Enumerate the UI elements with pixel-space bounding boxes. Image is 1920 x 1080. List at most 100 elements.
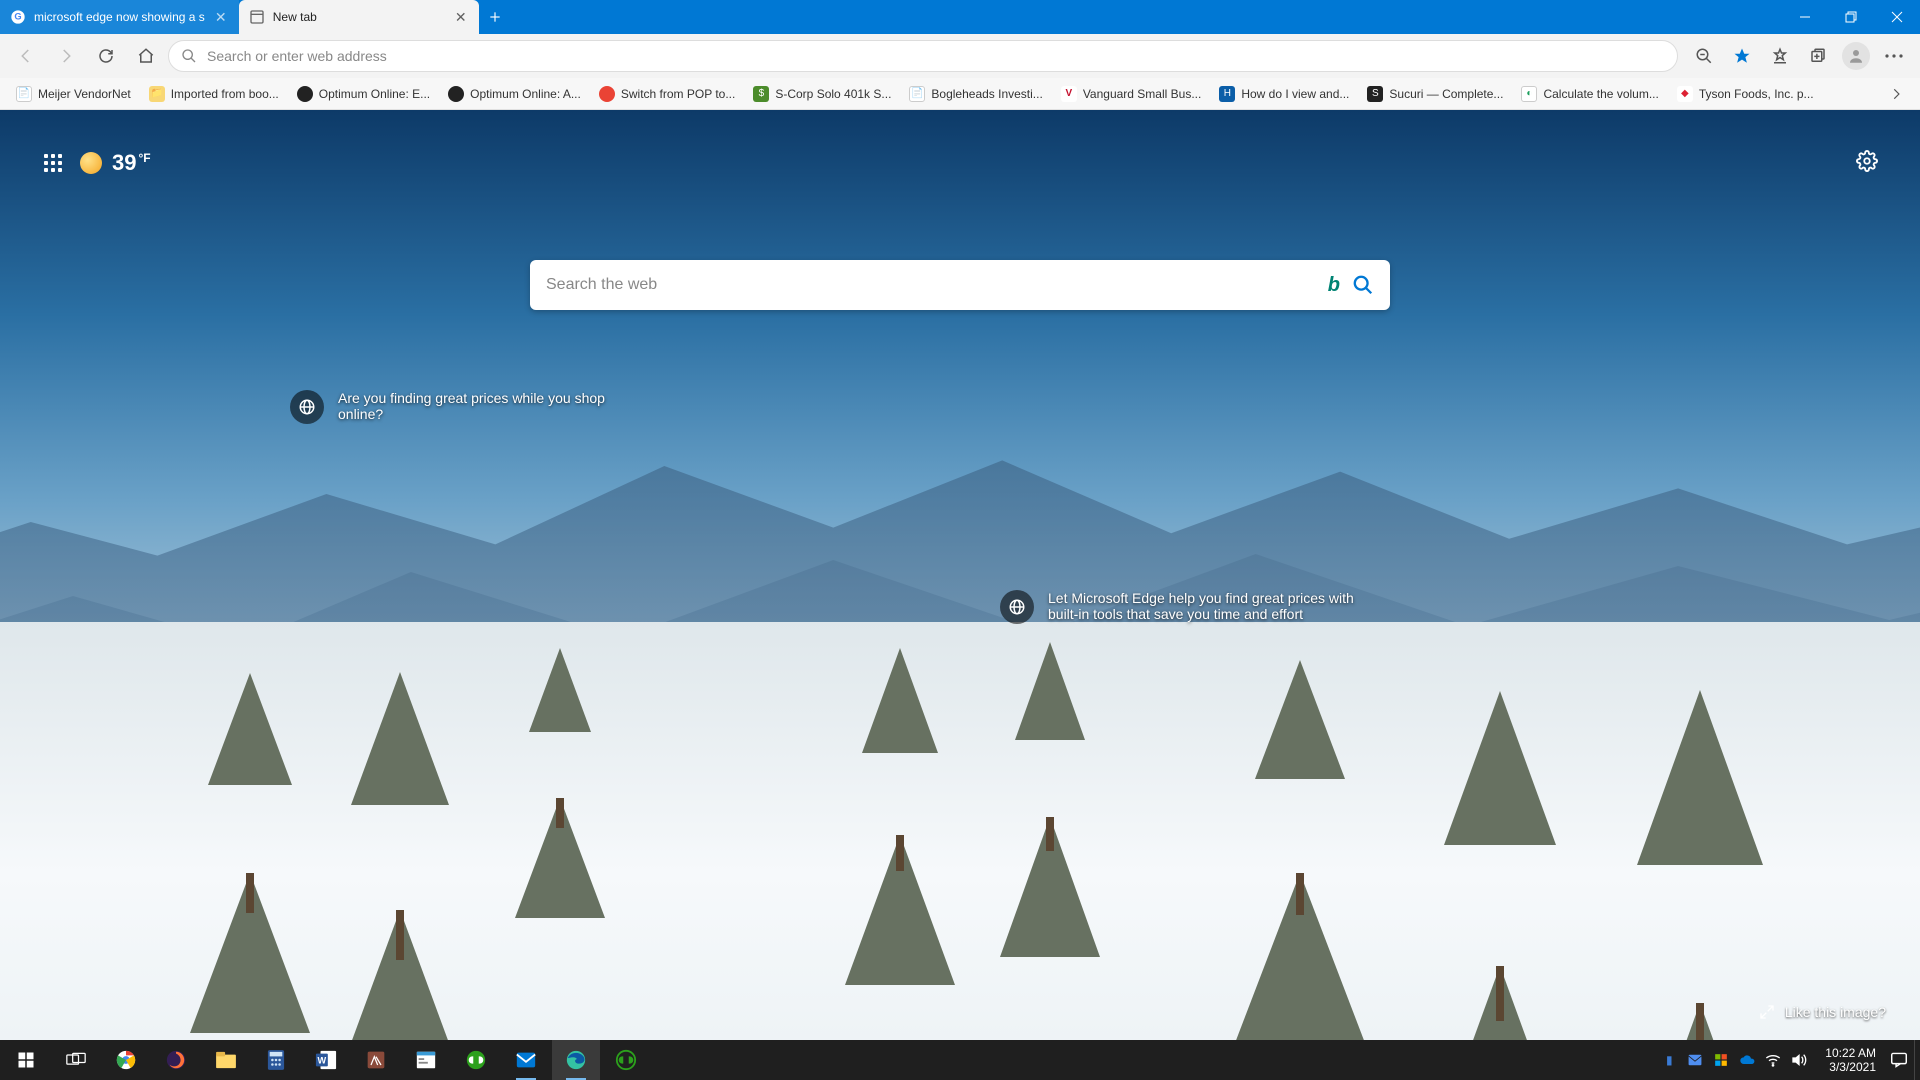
system-tray: ▮ bbox=[1651, 1052, 1817, 1068]
bookmark-item[interactable]: SSucuri — Complete... bbox=[1361, 83, 1509, 105]
tray-icon[interactable]: ▮ bbox=[1661, 1052, 1677, 1068]
bookmark-folder[interactable]: 📁Imported from boo... bbox=[143, 83, 285, 105]
site-icon bbox=[448, 86, 464, 102]
background-image bbox=[0, 110, 1920, 1040]
site-icon: ◆ bbox=[1677, 86, 1693, 102]
new-tab-button[interactable] bbox=[479, 0, 511, 34]
site-icon: S bbox=[1367, 86, 1383, 102]
forward-button[interactable] bbox=[48, 38, 84, 74]
tab-0[interactable]: G microsoft edge now showing a s ✕ bbox=[0, 0, 239, 34]
favorites-list-button[interactable] bbox=[1762, 38, 1798, 74]
task-view-button[interactable] bbox=[52, 1040, 100, 1080]
toolbar bbox=[0, 34, 1920, 78]
back-button[interactable] bbox=[8, 38, 44, 74]
site-icon: $ bbox=[753, 86, 769, 102]
show-desktop-button[interactable] bbox=[1914, 1040, 1920, 1080]
tray-icon-wifi[interactable] bbox=[1765, 1052, 1781, 1068]
favorite-button[interactable] bbox=[1724, 38, 1760, 74]
titlebar: G microsoft edge now showing a s ✕ New t… bbox=[0, 0, 1920, 34]
bookmark-item[interactable]: 📄Bogleheads Investi... bbox=[903, 83, 1048, 105]
ntp-search-box[interactable]: b bbox=[530, 260, 1390, 310]
tray-icon-volume[interactable] bbox=[1791, 1052, 1807, 1068]
taskbar-app-chrome[interactable] bbox=[102, 1040, 150, 1080]
clock-time: 10:22 AM bbox=[1825, 1046, 1876, 1060]
bookmark-item[interactable]: VVanguard Small Bus... bbox=[1055, 83, 1208, 105]
site-icon: H bbox=[1219, 86, 1235, 102]
taskbar-app-word[interactable]: W bbox=[302, 1040, 350, 1080]
app-launcher-button[interactable] bbox=[42, 152, 64, 174]
profile-button[interactable] bbox=[1838, 38, 1874, 74]
page-settings-button[interactable] bbox=[1856, 150, 1878, 172]
taskbar-app-generic-2[interactable] bbox=[402, 1040, 450, 1080]
search-icon bbox=[181, 48, 197, 64]
bookmark-item[interactable]: $S-Corp Solo 401k S... bbox=[747, 83, 897, 105]
address-input[interactable] bbox=[207, 48, 1665, 64]
bookmark-item[interactable]: Optimum Online: A... bbox=[442, 83, 587, 105]
tray-icon-security[interactable] bbox=[1713, 1052, 1729, 1068]
home-button[interactable] bbox=[128, 38, 164, 74]
globe-icon bbox=[1000, 590, 1034, 624]
expand-icon bbox=[1759, 1004, 1775, 1020]
folder-icon: 📁 bbox=[149, 86, 165, 102]
taskbar-app-firefox[interactable] bbox=[152, 1040, 200, 1080]
address-bar[interactable] bbox=[168, 40, 1678, 72]
bookmarks-overflow-button[interactable] bbox=[1882, 82, 1910, 106]
taskbar-app-quickbooks-1[interactable] bbox=[452, 1040, 500, 1080]
search-icon[interactable] bbox=[1352, 274, 1374, 296]
window-controls bbox=[1782, 0, 1920, 34]
close-icon[interactable]: ✕ bbox=[213, 9, 229, 25]
tray-icon-onedrive[interactable] bbox=[1739, 1052, 1755, 1068]
bookmark-item[interactable]: 📄Meijer VendorNet bbox=[10, 83, 137, 105]
taskbar-app-generic-1[interactable] bbox=[352, 1040, 400, 1080]
clock-date: 3/3/2021 bbox=[1825, 1060, 1876, 1074]
bookmarks-bar: 📄Meijer VendorNet 📁Imported from boo... … bbox=[0, 78, 1920, 110]
action-center-button[interactable] bbox=[1890, 1052, 1908, 1068]
new-tab-page: 39°F b Are you finding great prices whil… bbox=[0, 110, 1920, 1040]
zoom-indicator-button[interactable] bbox=[1686, 38, 1722, 74]
close-window-button[interactable] bbox=[1874, 0, 1920, 34]
bookmark-item[interactable]: Switch from POP to... bbox=[593, 83, 741, 105]
collections-button[interactable] bbox=[1800, 38, 1836, 74]
promo-bubble-tools[interactable]: Let Microsoft Edge help you find great p… bbox=[1000, 590, 1360, 624]
settings-and-more-button[interactable] bbox=[1876, 38, 1912, 74]
promo-text: Are you finding great prices while you s… bbox=[338, 390, 650, 422]
page-icon: 📄 bbox=[909, 86, 925, 102]
taskbar-app-calculator[interactable] bbox=[252, 1040, 300, 1080]
taskbar-app-file-explorer[interactable] bbox=[202, 1040, 250, 1080]
temperature: 39°F bbox=[112, 150, 151, 176]
promo-bubble-shopping[interactable]: Are you finding great prices while you s… bbox=[290, 390, 650, 424]
tab-title: microsoft edge now showing a s bbox=[34, 10, 205, 24]
close-icon[interactable]: ✕ bbox=[453, 9, 469, 25]
weather-widget[interactable]: 39°F bbox=[80, 150, 151, 176]
bookmark-item[interactable]: Optimum Online: E... bbox=[291, 83, 436, 105]
edge-newtab-favicon bbox=[249, 9, 265, 25]
like-image-label: Like this image? bbox=[1785, 1004, 1886, 1020]
start-button[interactable] bbox=[2, 1040, 50, 1080]
maximize-button[interactable] bbox=[1828, 0, 1874, 34]
site-icon bbox=[297, 86, 313, 102]
taskbar-app-edge[interactable] bbox=[552, 1040, 600, 1080]
page-icon: 📄 bbox=[16, 86, 32, 102]
bookmark-item[interactable]: HHow do I view and... bbox=[1213, 83, 1355, 105]
bing-icon: b bbox=[1328, 274, 1340, 297]
taskbar-clock[interactable]: 10:22 AM 3/3/2021 bbox=[1817, 1046, 1884, 1075]
refresh-button[interactable] bbox=[88, 38, 124, 74]
svg-text:W: W bbox=[318, 1056, 327, 1066]
sun-icon bbox=[80, 152, 102, 174]
google-favicon: G bbox=[10, 9, 26, 25]
bookmark-item[interactable]: ◐Calculate the volum... bbox=[1515, 83, 1664, 105]
promo-text: Let Microsoft Edge help you find great p… bbox=[1048, 590, 1360, 622]
taskbar-app-mail[interactable] bbox=[502, 1040, 550, 1080]
minimize-button[interactable] bbox=[1782, 0, 1828, 34]
site-icon: ◐ bbox=[1521, 86, 1537, 102]
titlebar-drag-region[interactable] bbox=[511, 0, 1782, 34]
like-image-button[interactable]: Like this image? bbox=[1759, 1004, 1886, 1020]
taskbar-app-quickbooks-2[interactable] bbox=[602, 1040, 650, 1080]
bookmark-item[interactable]: ◆Tyson Foods, Inc. p... bbox=[1671, 83, 1820, 105]
tray-icon-mail[interactable] bbox=[1687, 1052, 1703, 1068]
site-icon: V bbox=[1061, 86, 1077, 102]
avatar bbox=[1842, 42, 1870, 70]
ntp-search-input[interactable] bbox=[546, 276, 1316, 294]
tab-title: New tab bbox=[273, 10, 445, 24]
tab-1-active[interactable]: New tab ✕ bbox=[239, 0, 479, 34]
